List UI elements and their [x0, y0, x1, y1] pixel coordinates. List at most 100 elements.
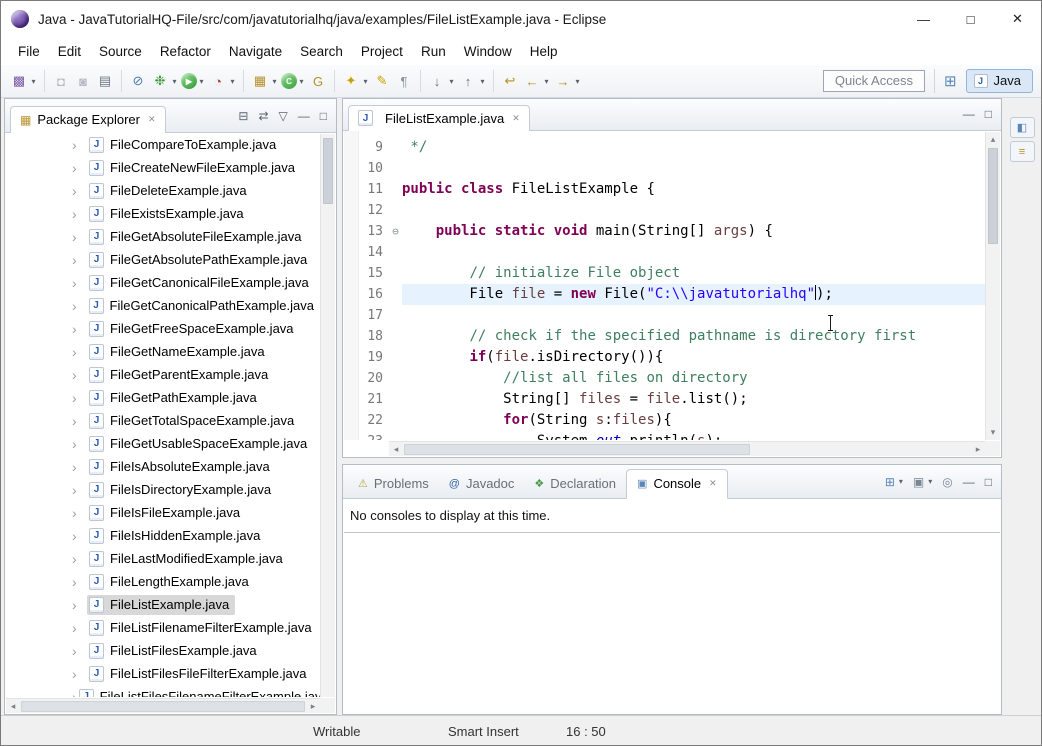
pin-console-icon[interactable]: ◎: [942, 476, 952, 488]
minimize-view-icon[interactable]: —: [963, 108, 975, 120]
display-console-icon-dropdown[interactable]: ▾: [928, 478, 932, 486]
menu-project[interactable]: Project: [352, 39, 412, 64]
save-icon[interactable]: ◘: [51, 71, 71, 91]
code-line[interactable]: 10: [344, 158, 985, 179]
debug-icon-dropdown[interactable]: ▾: [170, 77, 179, 86]
console-tab-problems[interactable]: ⚠Problems: [348, 470, 439, 498]
expand-arrow-icon[interactable]: ›: [72, 436, 87, 452]
back-icon[interactable]: ←: [522, 71, 542, 91]
expand-arrow-icon[interactable]: ›: [72, 160, 87, 176]
back-icon-dropdown[interactable]: ▾: [542, 77, 551, 86]
console-tab-console[interactable]: ▣Console✕: [626, 469, 728, 499]
minimize-view-icon[interactable]: —: [963, 476, 975, 488]
code-line[interactable]: 17: [344, 305, 985, 326]
next-annotation-icon-dropdown[interactable]: ▾: [447, 77, 456, 86]
code-line[interactable]: 21 String[] files = file.list();: [344, 389, 985, 410]
tree-item[interactable]: ›JFileGetAbsolutePathExample.java: [6, 248, 320, 271]
menu-refactor[interactable]: Refactor: [151, 39, 220, 64]
scrollbar-thumb[interactable]: [404, 444, 750, 455]
search-icon[interactable]: ✦: [341, 71, 361, 91]
minimize-button[interactable]: —: [900, 1, 947, 37]
close-button[interactable]: ✕: [994, 1, 1041, 37]
tree-item[interactable]: ›JFileGetFreeSpaceExample.java: [6, 317, 320, 340]
minimize-view-icon[interactable]: —: [298, 110, 310, 122]
scroll-up-icon[interactable]: ▴: [986, 134, 1000, 145]
scroll-left-icon[interactable]: ◂: [6, 701, 20, 712]
status-cursor-position[interactable]: 16 : 50: [566, 724, 606, 739]
expand-arrow-icon[interactable]: ›: [72, 298, 87, 314]
scroll-right-icon[interactable]: ▸: [971, 444, 985, 455]
forward-icon[interactable]: →: [553, 71, 573, 91]
package-explorer-tab[interactable]: ▦ Package Explorer ✕: [10, 106, 166, 133]
expand-arrow-icon[interactable]: ›: [72, 689, 77, 698]
package-explorer-vertical-scrollbar[interactable]: [320, 134, 335, 697]
collapse-all-icon[interactable]: ⊟: [238, 110, 248, 122]
tree-item[interactable]: ›JFileIsFileExample.java: [6, 501, 320, 524]
expand-arrow-icon[interactable]: ›: [72, 597, 87, 613]
expand-arrow-icon[interactable]: ›: [72, 666, 87, 682]
new-console-icon-dropdown[interactable]: ▾: [899, 478, 903, 486]
expand-arrow-icon[interactable]: ›: [72, 275, 87, 291]
new-java-project-icon[interactable]: ▦: [250, 71, 270, 91]
forward-icon-dropdown[interactable]: ▾: [573, 77, 582, 86]
menu-run[interactable]: Run: [412, 39, 455, 64]
new-console-icon[interactable]: ⊞: [885, 476, 895, 488]
show-whitespace-icon[interactable]: ¶: [394, 71, 414, 91]
expand-arrow-icon[interactable]: ›: [72, 137, 87, 153]
menu-search[interactable]: Search: [291, 39, 352, 64]
save-all-icon[interactable]: ◙: [73, 71, 93, 91]
code-line[interactable]: 23 System.out.println(s);: [344, 431, 985, 440]
code-line[interactable]: 15 // initialize File object: [344, 263, 985, 284]
expand-arrow-icon[interactable]: ›: [72, 459, 87, 475]
restore-views-icon[interactable]: ◧: [1010, 117, 1035, 138]
expand-arrow-icon[interactable]: ›: [72, 505, 87, 521]
tree-item[interactable]: ›JFileLengthExample.java: [6, 570, 320, 593]
expand-arrow-icon[interactable]: ›: [72, 620, 87, 636]
new-java-project-icon-dropdown[interactable]: ▾: [270, 77, 279, 86]
code-area[interactable]: 9 */1011public class FileListExample {12…: [344, 131, 985, 440]
editor-vertical-scrollbar[interactable]: ▴ ▾: [985, 132, 1000, 440]
tree-item[interactable]: ›JFileListFilesFilenameFilterExample.jav…: [6, 685, 320, 697]
tree-item[interactable]: ›JFileGetParentExample.java: [6, 363, 320, 386]
code-line[interactable]: 20 //list all files on directory: [344, 368, 985, 389]
console-tab-declaration[interactable]: ❖Declaration: [524, 470, 626, 498]
open-type-icon[interactable]: G: [308, 71, 328, 91]
new-java-class-icon[interactable]: C: [281, 73, 297, 89]
tree-item[interactable]: ›JFileCompareToExample.java: [6, 133, 320, 156]
expand-arrow-icon[interactable]: ›: [72, 229, 87, 245]
scrollbar-thumb[interactable]: [323, 138, 333, 204]
expand-arrow-icon[interactable]: ›: [72, 344, 87, 360]
expand-arrow-icon[interactable]: ›: [72, 574, 87, 590]
editor-tab-filelistexample[interactable]: J FileListExample.java ✕: [348, 105, 530, 131]
code-line[interactable]: 12: [344, 200, 985, 221]
scroll-left-icon[interactable]: ◂: [389, 444, 403, 455]
menu-file[interactable]: File: [9, 39, 49, 64]
expand-arrow-icon[interactable]: ›: [72, 482, 87, 498]
menu-navigate[interactable]: Navigate: [220, 39, 291, 64]
code-line[interactable]: 19 if(file.isDirectory()){: [344, 347, 985, 368]
maximize-view-icon[interactable]: □: [320, 110, 327, 122]
expand-arrow-icon[interactable]: ›: [72, 367, 87, 383]
code-line[interactable]: 18 // check if the specified pathname is…: [344, 326, 985, 347]
tree-item[interactable]: ›JFileGetNameExample.java: [6, 340, 320, 363]
run-icon[interactable]: ▶: [181, 73, 197, 89]
debug-icon[interactable]: ❉: [150, 71, 170, 91]
package-explorer-horizontal-scrollbar[interactable]: ◂ ▸: [6, 698, 320, 713]
menu-window[interactable]: Window: [455, 39, 521, 64]
mark-occurrences-icon[interactable]: ✎: [372, 71, 392, 91]
run-icon-dropdown[interactable]: ▾: [197, 77, 206, 86]
new-java-class-icon-dropdown[interactable]: ▾: [297, 77, 306, 86]
expand-arrow-icon[interactable]: ›: [72, 551, 87, 567]
scrollbar-thumb[interactable]: [988, 148, 998, 244]
quick-access-box[interactable]: Quick Access: [823, 70, 925, 92]
tree-item[interactable]: ›JFileGetPathExample.java: [6, 386, 320, 409]
skip-breakpoints-icon[interactable]: ⊘: [128, 71, 148, 91]
maximize-button[interactable]: □: [947, 1, 994, 37]
expand-arrow-icon[interactable]: ›: [72, 321, 87, 337]
editor-horizontal-scrollbar[interactable]: ◂ ▸: [389, 441, 985, 456]
tree-item[interactable]: ›JFileGetUsableSpaceExample.java: [6, 432, 320, 455]
new-wizard-icon[interactable]: ▩: [9, 71, 29, 91]
search-icon-dropdown[interactable]: ▾: [361, 77, 370, 86]
scrollbar-thumb[interactable]: [21, 701, 305, 712]
scroll-down-icon[interactable]: ▾: [986, 427, 1000, 438]
